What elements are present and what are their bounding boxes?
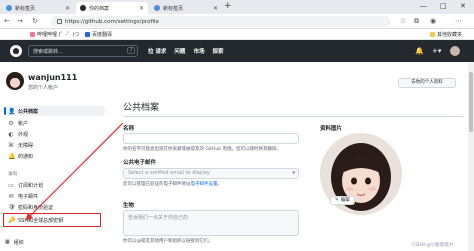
email-select-value: Select a verified email to display: [128, 170, 210, 176]
profile-picture-label: 资料图片: [320, 126, 343, 132]
public-email-label: 公共电子邮件: [123, 160, 157, 166]
name-help-text: 你的名字可能会出现在你贡献或被提及的 GitHub 周围。您可以随时将其删除。: [123, 147, 281, 152]
edit-picture-button[interactable]: ✎ 编辑: [330, 196, 355, 205]
title-divider: [123, 116, 463, 117]
page-scrollbar[interactable]: [468, 62, 474, 251]
pencil-icon: ✎: [335, 198, 339, 203]
chevron-down-icon: ▾: [292, 170, 295, 176]
email-settings-link[interactable]: 电子邮件设置: [191, 182, 218, 187]
bio-label: 生物: [123, 203, 135, 209]
name-input[interactable]: [123, 133, 299, 144]
public-email-select[interactable]: Select a verified email to display ▾: [123, 168, 299, 179]
email-help-2: 。: [217, 182, 223, 187]
watermark: CSDN @小新新努力: [412, 243, 454, 248]
edit-label: 编辑: [340, 198, 350, 203]
bio-help-text: 你可以@提及其他用户和组织以链接到它们。: [123, 239, 213, 244]
email-help-text: 您可以管理已验证的电子邮件地址电子邮件设置。: [123, 182, 303, 188]
scroll-thumb[interactable]: [469, 72, 473, 132]
name-label: 名称: [123, 126, 135, 132]
page-title: 公共档案: [123, 103, 160, 113]
bio-textarea[interactable]: 告诉我们一点关于你自己的: [123, 210, 299, 236]
email-help-1: 您可以管理已验证的电子邮件地址: [123, 182, 191, 187]
